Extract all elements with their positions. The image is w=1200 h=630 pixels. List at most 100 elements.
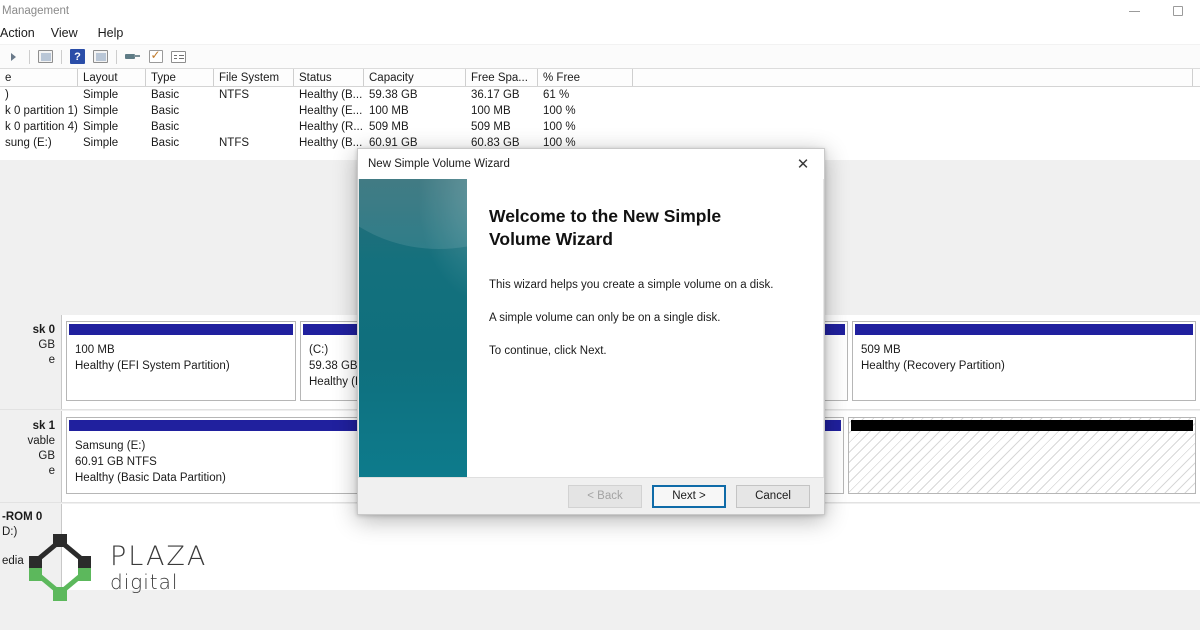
dialog-footer: < Back Next > Cancel	[358, 477, 824, 514]
dialog-paragraph-2: A simple volume can only be on a single …	[489, 312, 721, 324]
column-header-freespace[interactable]: Free Spa...	[466, 69, 538, 86]
partition-recovery-status: Healthy (Recovery Partition)	[861, 360, 1005, 372]
cell-volume: k 0 partition 4)	[5, 121, 78, 133]
cancel-button[interactable]: Cancel	[736, 484, 810, 508]
cell-pctfree: 61 %	[543, 89, 570, 101]
new-simple-volume-wizard-dialog: New Simple Volume Wizard ✕ Welcome to th…	[357, 148, 825, 515]
cell-capacity: 100 MB	[369, 105, 409, 117]
plaza-logo-text: PLAZA digital	[110, 543, 207, 592]
partition-bar	[69, 324, 293, 335]
cell-volume: k 0 partition 1)	[5, 105, 78, 117]
disk0-info[interactable]: sk 0 GB e	[0, 315, 62, 409]
window-titlebar: Management	[0, 0, 1200, 22]
disk1-size: GB	[38, 450, 55, 462]
disk1-type: vable	[27, 435, 56, 447]
cell-type: Basic	[151, 105, 180, 117]
cdrom0-body	[62, 504, 1200, 590]
toolbar-separator	[116, 49, 117, 64]
disk-management-window: Management Action View Help ? ✓ e Layout…	[0, 0, 1200, 630]
column-header-capacity[interactable]: Capacity	[364, 69, 466, 86]
cell-status: Healthy (E...	[299, 105, 363, 117]
cell-freespace: 36.17 GB	[471, 89, 520, 101]
partition-unallocated-size	[849, 431, 1195, 438]
menu-item-help[interactable]: Help	[88, 26, 134, 40]
cell-freespace: 509 MB	[471, 121, 511, 133]
column-header-status[interactable]: Status	[294, 69, 364, 86]
column-header-extra[interactable]	[633, 69, 1193, 86]
partition-unallocated[interactable]	[848, 417, 1196, 494]
dialog-body: Welcome to the New Simple Volume Wizard …	[358, 179, 824, 477]
toolbar-separator	[61, 49, 62, 64]
properties-icon[interactable]	[36, 48, 55, 65]
cell-filesystem: NTFS	[219, 89, 250, 101]
rescan-disks-icon[interactable]	[91, 48, 110, 65]
menu-item-view[interactable]: View	[41, 26, 88, 40]
cell-layout: Simple	[83, 89, 119, 101]
partition-efi-size: 100 MB	[75, 344, 115, 356]
cell-status: Healthy (B...	[299, 89, 363, 101]
cell-volume: )	[5, 89, 9, 101]
cell-filesystem: NTFS	[219, 137, 250, 149]
partition-bar	[851, 420, 1193, 431]
cell-layout: Simple	[83, 137, 119, 149]
cell-layout: Simple	[83, 105, 119, 117]
column-header-volume[interactable]: e	[0, 69, 78, 86]
cell-pctfree: 100 %	[543, 121, 576, 133]
dialog-heading: Welcome to the New Simple Volume Wizard	[489, 206, 722, 249]
next-button[interactable]: Next >	[652, 484, 726, 508]
close-icon[interactable]: ✕	[782, 149, 824, 178]
minimize-button[interactable]	[1112, 0, 1156, 22]
partition-recovery-size: 509 MB	[861, 344, 901, 356]
cell-layout: Simple	[83, 121, 119, 133]
cell-type: Basic	[151, 89, 180, 101]
cell-freespace: 100 MB	[471, 105, 511, 117]
toolbar: ?	[0, 45, 1200, 69]
cell-capacity: 509 MB	[369, 121, 409, 133]
partition-efi[interactable]: 100 MB Healthy (EFI System Partition)	[66, 321, 296, 401]
disk1-name: sk 1	[32, 420, 55, 432]
disk0-size: GB	[38, 339, 55, 351]
column-header-layout[interactable]: Layout	[78, 69, 146, 86]
help-icon[interactable]: ?	[68, 48, 87, 65]
disk1-state: e	[48, 465, 55, 477]
column-header-filesystem[interactable]: File System	[214, 69, 294, 86]
cell-status: Healthy (B...	[299, 137, 363, 149]
forward-arrow-icon[interactable]	[4, 48, 23, 65]
wizard-banner-image	[359, 179, 467, 477]
table-row[interactable]: k 0 partition 1) Simple Basic Healthy (E…	[0, 103, 1200, 119]
cell-type: Basic	[151, 137, 180, 149]
cell-type: Basic	[151, 121, 180, 133]
disk0-name: sk 0	[32, 324, 55, 336]
table-row[interactable]: ) Simple Basic NTFS Healthy (B... 59.38 …	[0, 87, 1200, 103]
minimize-icon	[1128, 10, 1140, 12]
cell-capacity: 59.38 GB	[369, 89, 418, 101]
plaza-diamond-icon	[29, 534, 91, 601]
logo-primary-text: PLAZA	[110, 540, 208, 572]
table-row[interactable]: k 0 partition 4) Simple Basic Healthy (R…	[0, 119, 1200, 135]
restore-icon	[1173, 6, 1183, 16]
menubar: Action View Help	[0, 22, 1200, 45]
volume-list-header: e Layout Type File System Status Capacit…	[0, 69, 1200, 87]
dialog-titlebar: New Simple Volume Wizard ✕	[358, 149, 824, 179]
pin-icon[interactable]	[123, 48, 142, 65]
toolbar-separator	[29, 49, 30, 64]
column-header-type[interactable]: Type	[146, 69, 214, 86]
cell-status: Healthy (R...	[299, 121, 363, 133]
cell-pctfree: 100 %	[543, 105, 576, 117]
checkmark-icon[interactable]	[146, 48, 165, 65]
dialog-title: New Simple Volume Wizard	[368, 157, 510, 170]
restore-button[interactable]	[1156, 0, 1200, 22]
dialog-paragraph-1: This wizard helps you create a simple vo…	[489, 279, 774, 291]
list-view-icon[interactable]	[169, 48, 188, 65]
menu-item-action[interactable]: Action	[0, 26, 41, 40]
logo-secondary-text: digital	[110, 569, 179, 594]
partition-recovery[interactable]: 509 MB Healthy (Recovery Partition)	[852, 321, 1196, 401]
window-title: Management	[2, 5, 70, 17]
partition-efi-status: Healthy (EFI System Partition)	[75, 360, 230, 372]
plaza-digital-logo: PLAZA digital	[20, 522, 220, 612]
back-button[interactable]: < Back	[568, 484, 642, 508]
disk1-info[interactable]: sk 1 vable GB e	[0, 411, 62, 502]
disk0-state: e	[48, 354, 55, 366]
dialog-paragraph-3: To continue, click Next.	[489, 345, 607, 357]
column-header-pctfree[interactable]: % Free	[538, 69, 633, 86]
